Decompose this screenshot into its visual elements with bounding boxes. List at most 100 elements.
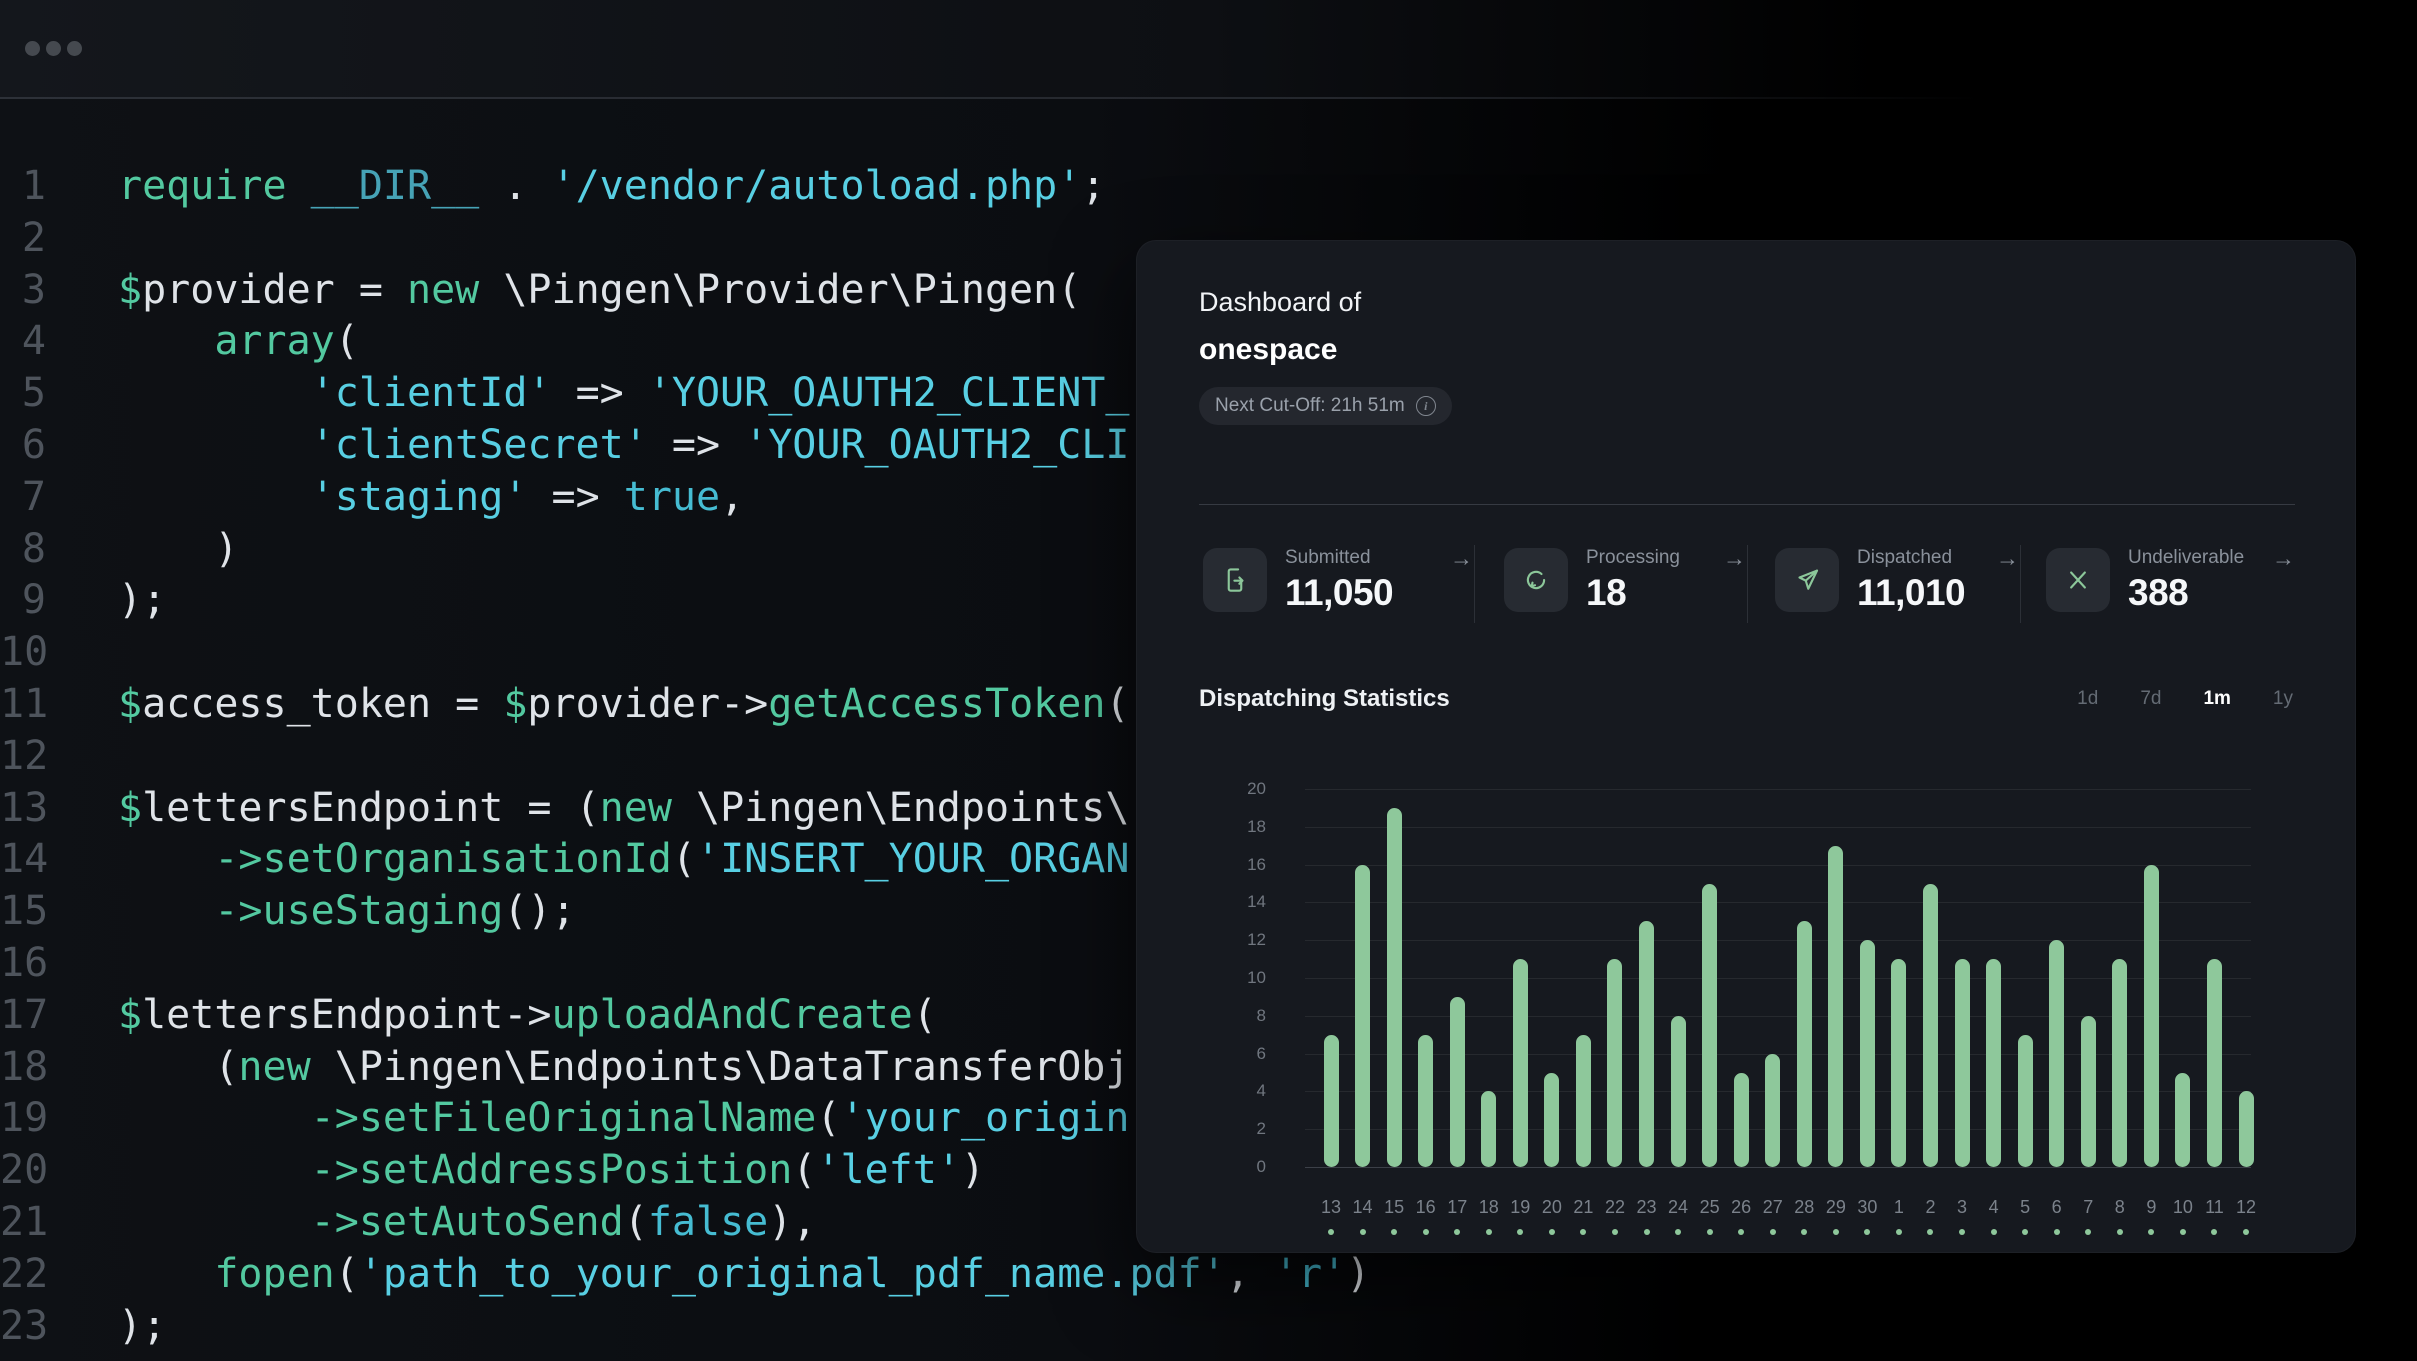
window-control-dot[interactable] xyxy=(46,41,61,56)
x-axis-tick-label: 12 xyxy=(2226,1197,2266,1218)
gridline xyxy=(1305,978,2251,979)
y-axis-tick-label: 4 xyxy=(1177,1081,1266,1101)
line-number: 23 xyxy=(0,1301,46,1353)
code-text: ->setAutoSend(false), xyxy=(118,1197,816,1249)
chart-bar xyxy=(2112,959,2127,1167)
window-control-dot[interactable] xyxy=(67,41,82,56)
code-text: ->setFileOriginalName('your_origin xyxy=(118,1093,1129,1145)
chart-bar xyxy=(1955,959,1970,1167)
line-number: 11 xyxy=(0,679,46,731)
chart-bar xyxy=(1324,1035,1339,1167)
chart-bar xyxy=(1765,1054,1780,1167)
y-axis-tick-label: 14 xyxy=(1177,892,1266,912)
x-axis-dot xyxy=(2022,1229,2028,1235)
chart-bar xyxy=(1923,884,1938,1168)
code-text: $lettersEndpoint->uploadAndCreate( xyxy=(118,990,937,1042)
chart-bar xyxy=(1418,1035,1433,1167)
window-control-dot[interactable] xyxy=(25,41,40,56)
x-axis-dot xyxy=(1580,1229,1586,1235)
x-axis-dot xyxy=(2180,1229,2186,1235)
x-axis-dot xyxy=(1423,1229,1429,1235)
line-number: 15 xyxy=(0,886,46,938)
chart-bar xyxy=(1513,959,1528,1167)
x-axis-dot xyxy=(1675,1229,1681,1235)
code-text: ) xyxy=(118,524,238,576)
x-axis-dot xyxy=(1517,1229,1523,1235)
dashboard-card: Dashboard of onespace Next Cut-Off: 21h … xyxy=(1136,240,2356,1253)
x-axis-dot xyxy=(1391,1229,1397,1235)
chart-bar xyxy=(1734,1073,1749,1168)
x-axis-dot xyxy=(2117,1229,2123,1235)
chart-bar xyxy=(1544,1073,1559,1168)
code-text: $lettersEndpoint = (new \Pingen\Endpoint… xyxy=(118,783,1129,835)
code-text: 'staging' => true, xyxy=(118,472,744,524)
y-axis-tick-label: 0 xyxy=(1177,1157,1266,1177)
chart-bar xyxy=(1607,959,1622,1167)
line-number: 9 xyxy=(0,575,46,627)
window-titlebar xyxy=(0,0,2417,97)
x-axis-dot xyxy=(2085,1229,2091,1235)
chart-bar xyxy=(1828,846,1843,1167)
line-number: 19 xyxy=(0,1093,46,1145)
gridline xyxy=(1305,1054,2251,1055)
x-axis-dot xyxy=(2148,1229,2154,1235)
chart-bar xyxy=(1671,1016,1686,1167)
line-number: 13 xyxy=(0,783,46,835)
x-axis-dot xyxy=(1801,1229,1807,1235)
code-line: 1require __DIR__ . '/vendor/autoload.php… xyxy=(0,161,1370,213)
x-axis-dot xyxy=(1864,1229,1870,1235)
code-text: $provider = new \Pingen\Provider\Pingen( xyxy=(118,265,1081,317)
chart-bar xyxy=(2239,1091,2254,1167)
chart-bar xyxy=(1702,884,1717,1168)
chart-bar xyxy=(1450,997,1465,1167)
chart-bar xyxy=(1986,959,2001,1167)
chart-bar xyxy=(1576,1035,1591,1167)
code-line: 23); xyxy=(0,1301,1370,1353)
y-axis-tick-label: 2 xyxy=(1177,1119,1266,1139)
code-text: ); xyxy=(118,1301,166,1353)
code-line: 22 fopen('path_to_your_original_pdf_name… xyxy=(0,1249,1370,1301)
code-text xyxy=(118,627,142,679)
x-axis-dot xyxy=(1360,1229,1366,1235)
chart-bar xyxy=(2081,1016,2096,1167)
x-axis-dot xyxy=(1549,1229,1555,1235)
x-axis-dot xyxy=(1486,1229,1492,1235)
line-number: 16 xyxy=(0,938,46,990)
x-axis-dot xyxy=(2243,1229,2249,1235)
y-axis-tick-label: 12 xyxy=(1177,930,1266,950)
gridline xyxy=(1305,940,2251,941)
gridline xyxy=(1305,1167,2251,1168)
line-number: 2 xyxy=(0,213,46,265)
code-text: ); xyxy=(118,575,166,627)
gridline xyxy=(1305,902,2251,903)
line-number: 21 xyxy=(0,1197,46,1249)
line-number: 18 xyxy=(0,1042,46,1094)
code-text: ->useStaging(); xyxy=(118,886,576,938)
code-text: require __DIR__ . '/vendor/autoload.php'… xyxy=(118,161,1105,213)
line-number: 10 xyxy=(0,627,46,679)
y-axis-tick-label: 18 xyxy=(1177,817,1266,837)
line-number: 4 xyxy=(0,316,46,368)
y-axis-tick-label: 20 xyxy=(1177,779,1266,799)
x-axis-dot xyxy=(1991,1229,1997,1235)
x-axis-dot xyxy=(2211,1229,2217,1235)
x-axis-dot xyxy=(2054,1229,2060,1235)
x-axis-dot xyxy=(1896,1229,1902,1235)
code-text xyxy=(118,731,142,783)
gridline xyxy=(1305,865,2251,866)
code-text: ->setAddressPosition('left') xyxy=(118,1145,985,1197)
chart-bar xyxy=(2175,1073,2190,1168)
line-number: 14 xyxy=(0,834,46,886)
x-axis-dot xyxy=(1770,1229,1776,1235)
dispatching-statistics-chart: 0246810121416182013141516171819202122232… xyxy=(1137,241,2355,1252)
chart-bar xyxy=(1639,921,1654,1167)
chart-bar xyxy=(1355,865,1370,1167)
code-text: 'clientSecret' => 'YOUR_OAUTH2_CLI xyxy=(118,420,1129,472)
code-text: 'clientId' => 'YOUR_OAUTH2_CLIENT_ xyxy=(118,368,1129,420)
chart-bar xyxy=(1797,921,1812,1167)
chart-bar xyxy=(2207,959,2222,1167)
code-text: $access_token = $provider->getAccessToke… xyxy=(118,679,1130,731)
chart-bar xyxy=(1860,940,1875,1167)
y-axis-tick-label: 16 xyxy=(1177,855,1266,875)
code-text xyxy=(118,938,142,990)
